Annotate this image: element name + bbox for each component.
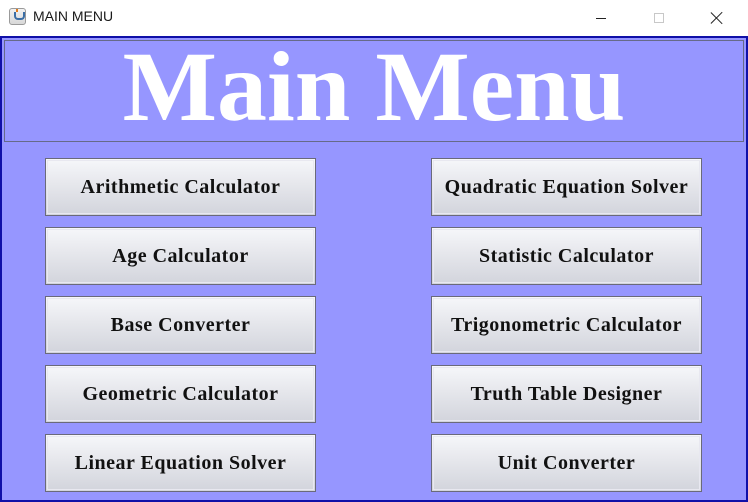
base-converter-button[interactable]: Base Converter — [45, 296, 316, 354]
window-title: MAIN MENU — [33, 8, 114, 24]
maximize-icon — [654, 13, 664, 23]
trigonometric-calculator-button[interactable]: Trigonometric Calculator — [431, 296, 702, 354]
main-panel: Main Menu Arithmetic Calculator Age Calc… — [0, 36, 748, 502]
geometric-calculator-button[interactable]: Geometric Calculator — [45, 365, 316, 423]
quadratic-equation-solver-button[interactable]: Quadratic Equation Solver — [431, 158, 702, 216]
statistic-calculator-button[interactable]: Statistic Calculator — [431, 227, 702, 285]
java-cup-icon — [9, 8, 26, 25]
unit-converter-button[interactable]: Unit Converter — [431, 434, 702, 492]
arithmetic-calculator-button[interactable]: Arithmetic Calculator — [45, 158, 316, 216]
page-title: Main Menu — [122, 31, 626, 142]
maximize-button[interactable] — [636, 0, 682, 36]
minimize-icon — [596, 17, 606, 19]
banner: Main Menu — [4, 31, 744, 142]
age-calculator-button[interactable]: Age Calculator — [45, 227, 316, 285]
linear-equation-solver-button[interactable]: Linear Equation Solver — [45, 434, 316, 492]
close-button[interactable] — [694, 0, 740, 36]
close-icon — [710, 11, 724, 25]
truth-table-designer-button[interactable]: Truth Table Designer — [431, 365, 702, 423]
